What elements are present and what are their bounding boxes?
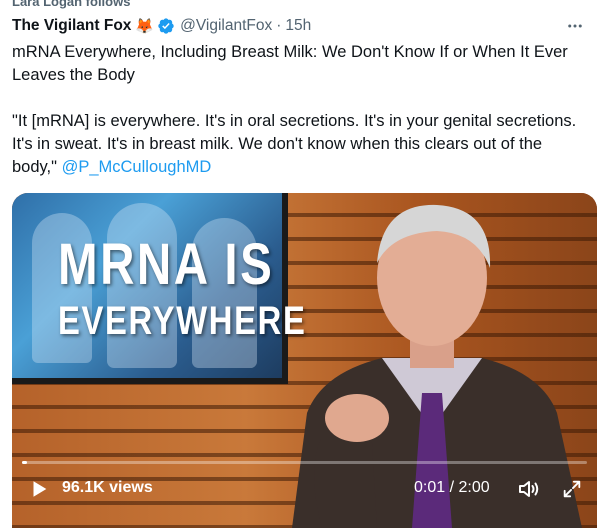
tweet-timestamp[interactable]: 15h (285, 17, 311, 35)
video-player[interactable]: MRNA IS EVERYWHERE 96.1K views 0:01 / 2:… (12, 193, 597, 528)
separator-dot: · (276, 17, 282, 34)
video-progress-bar[interactable] (22, 461, 587, 464)
tweet-header: The Vigilant Fox 🦊 @VigilantFox · 15h (12, 15, 588, 37)
tweet-quote: "It [mRNA] is everywhere. It's in oral s… (12, 110, 587, 179)
tweet-headline: mRNA Everywhere, Including Breast Milk: … (12, 43, 568, 84)
mention-link[interactable]: @P_McCulloughMD (62, 158, 212, 176)
view-count: 96.1K views (62, 479, 153, 496)
video-progress-fill (22, 461, 27, 464)
video-timecode: 0:01 / 2:00 (414, 479, 490, 496)
video-controls: 96.1K views 0:01 / 2:00 (12, 469, 597, 509)
video-overlay-title: MRNA IS (58, 232, 275, 297)
play-icon[interactable] (28, 478, 50, 500)
fox-emoji: 🦊 (135, 18, 155, 35)
tweet-text: mRNA Everywhere, Including Breast Milk: … (12, 41, 587, 179)
author-display-name[interactable]: The Vigilant Fox (12, 17, 131, 35)
volume-icon[interactable] (517, 477, 541, 501)
more-options-icon[interactable] (564, 15, 586, 37)
social-context: Lara Logan follows (12, 0, 131, 9)
fullscreen-icon[interactable] (560, 477, 584, 501)
author-handle[interactable]: @VigilantFox (180, 17, 272, 35)
verified-badge-icon (157, 17, 175, 35)
